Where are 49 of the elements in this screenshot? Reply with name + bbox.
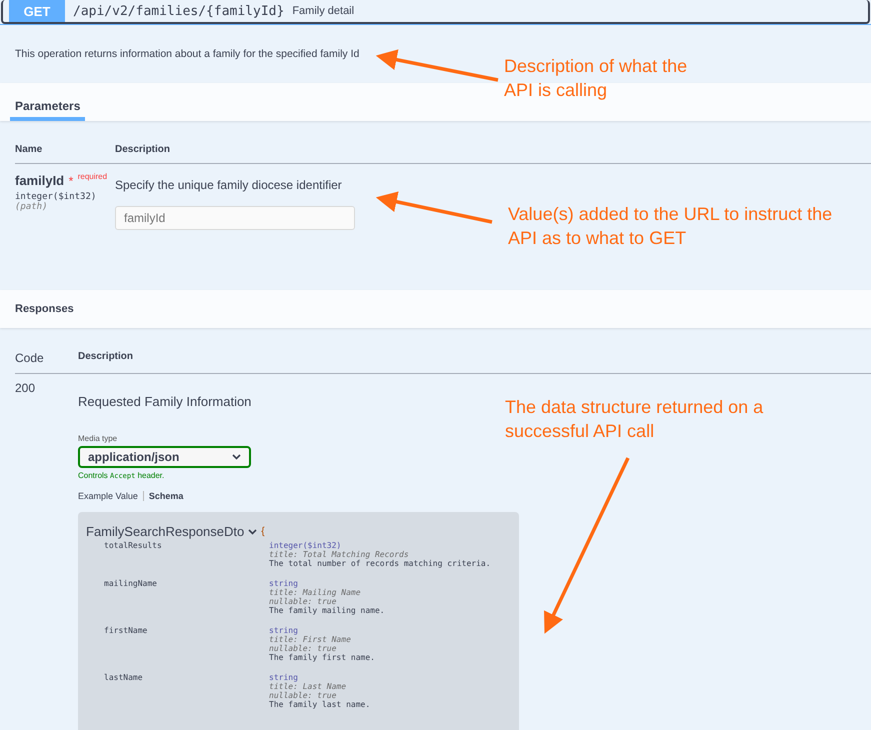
responses-heading: Responses [15, 303, 74, 315]
example-tab[interactable]: Schema [144, 491, 188, 501]
endpoint-path: /api/v2/families/{familyId} [73, 4, 284, 18]
property-description: The total number of records matching criteria. [269, 559, 491, 568]
parameters-tab[interactable]: Parameters [10, 83, 86, 121]
property-nullable: nullable: true [269, 644, 336, 653]
property-name: firstName [104, 626, 148, 635]
media-type-label: Media type [78, 434, 118, 443]
property-name: lastName [104, 673, 143, 682]
column-header: Description [115, 144, 170, 155]
property-nullable: nullable: true [269, 597, 336, 606]
property-title: title: Last Name [269, 682, 346, 691]
chevron-down-icon [232, 454, 241, 460]
property-nullable: nullable: true [269, 691, 336, 700]
model-name[interactable]: FamilySearchResponseDto [86, 524, 244, 539]
media-type-select[interactable]: application/json [78, 446, 251, 468]
column-header: Code [15, 351, 45, 365]
method-badge: GET [9, 0, 65, 22]
annotation-text: Description of what the API is calling [504, 55, 688, 102]
response-description: Requested Family Information [78, 394, 252, 409]
property-description: The family mailing name. [269, 606, 385, 615]
property-name: totalResults [104, 541, 162, 550]
property-title: title: Mailing Name [269, 588, 361, 597]
endpoint-summary: Family detail [292, 5, 354, 17]
column-header: Description [78, 351, 134, 364]
property-title: title: Total Matching Records [269, 550, 409, 559]
column-header: Name [15, 144, 44, 155]
property-type: string [269, 673, 298, 682]
response-code: 200 [15, 381, 36, 395]
property-title: title: First Name [269, 635, 351, 644]
property-description: The family last name. [269, 700, 370, 709]
chevron-down-icon[interactable] [248, 528, 258, 535]
required-label: required [78, 172, 108, 181]
parameter-type: integer($int32) [15, 192, 96, 202]
property-type: integer($int32) [269, 541, 342, 550]
required-asterisk: * [68, 174, 74, 188]
parameter-description: Specify the unique family diocese identifier [115, 178, 342, 192]
parameter-location: (path) [15, 202, 48, 212]
property-type: string [269, 626, 298, 635]
annotation-text: The data structure returned on a successful API call [505, 396, 764, 443]
property-description: The family first name. [269, 653, 375, 662]
example-tab[interactable]: Example Value [78, 491, 144, 501]
property-name: mailingName [104, 579, 157, 588]
open-brace: { [261, 526, 265, 537]
parameter-name: familyId [15, 173, 64, 188]
annotation-text: Value(s) added to the URL to instruct the API as to what to GET [508, 203, 834, 250]
property-type: string [269, 579, 298, 588]
parameter-input[interactable]: familyId [115, 206, 355, 230]
operation-description: This operation returns information about a family for the specified family Id [15, 48, 360, 60]
